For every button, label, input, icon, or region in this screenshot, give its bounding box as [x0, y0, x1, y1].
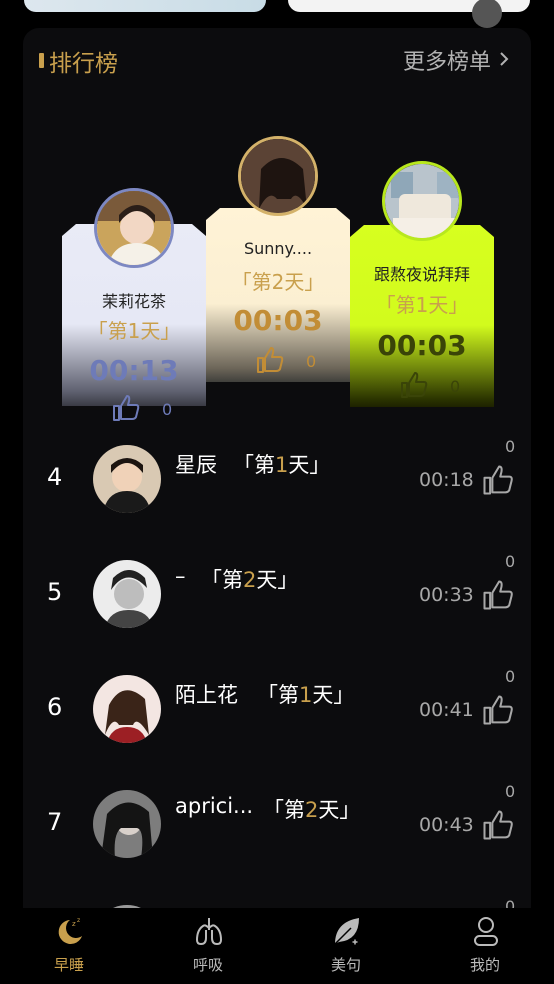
thumbs-up-icon[interactable]	[480, 692, 516, 728]
podium-name: 茉莉花茶	[101, 292, 166, 311]
tab-breathe[interactable]: 呼吸	[158, 908, 258, 984]
streak-day: 「第2天」	[231, 270, 325, 294]
podium-second[interactable]: 茉莉花茶 「第1天」 00:13 0	[62, 188, 206, 421]
streak-day: 「第1天」	[257, 683, 355, 707]
tab-label: 呼吸	[192, 956, 223, 974]
like-count: 0	[162, 400, 173, 419]
sleep-time: 00:03	[233, 304, 323, 337]
streak-day: 「第1天」	[233, 453, 331, 477]
podium-name: Sunny....	[243, 239, 313, 258]
list-item[interactable]: 4 星辰 「第1天」 00:18 0	[23, 429, 531, 529]
like-count: 0	[505, 552, 516, 571]
user-name: aprici...	[175, 794, 254, 818]
user-name: –	[175, 564, 186, 588]
avatar[interactable]	[238, 136, 318, 216]
sleep-time: 00:33	[419, 584, 474, 606]
sleep-time: 00:18	[419, 469, 474, 491]
podium-name: 跟熬夜说拜拜	[373, 265, 470, 284]
banner-card-left[interactable]	[24, 0, 266, 12]
banner-card-right[interactable]	[288, 0, 530, 28]
thumbs-up-icon[interactable]	[480, 577, 516, 613]
tab-early-sleep[interactable]: zz 早睡	[19, 908, 119, 984]
chevron-right-icon[interactable]	[497, 50, 511, 68]
leaderboard-panel: 排行榜 更多榜单 茉莉花茶 「第1天」 00:13 0 Sunny.... 「第…	[23, 28, 531, 928]
moon-sleep-icon: zz	[58, 917, 82, 944]
rank-number: 5	[47, 578, 63, 606]
svg-text:z: z	[77, 917, 80, 924]
user-name: 陌上花	[175, 683, 238, 707]
like-count: 0	[505, 437, 516, 456]
thumbs-up-icon[interactable]	[480, 807, 516, 843]
title-marker	[39, 53, 44, 68]
thumbs-up-icon[interactable]	[254, 344, 286, 376]
podium-third[interactable]: 跟熬夜说拜拜 「第1天」 00:03 0	[350, 161, 494, 407]
tab-quotes[interactable]: 美句	[296, 908, 396, 984]
top-cards	[0, 0, 554, 28]
thumbs-up-icon[interactable]	[110, 392, 142, 424]
thumbs-up-icon[interactable]	[398, 369, 430, 401]
sleep-time: 00:41	[419, 699, 474, 721]
streak-day: 「第2天」	[201, 568, 299, 592]
sleep-time: 00:13	[89, 354, 179, 387]
like-count: 0	[306, 352, 317, 371]
streak-day: 「第1天」	[375, 293, 469, 317]
like-count: 0	[450, 377, 461, 396]
avatar[interactable]	[382, 161, 462, 241]
like-count: 0	[505, 667, 516, 686]
sleep-time: 00:03	[377, 329, 467, 362]
tab-label: 早睡	[53, 956, 84, 974]
leaderboard-title: 排行榜	[49, 51, 118, 77]
avatar	[472, 0, 502, 28]
user-name: 星辰	[175, 453, 217, 477]
rank-number: 4	[47, 463, 63, 491]
more-leaderboards-link[interactable]: 更多榜单	[403, 44, 491, 76]
tab-label: 美句	[330, 956, 361, 974]
avatar[interactable]	[93, 445, 161, 513]
list-item[interactable]: 7 aprici... 「第2天」 00:43 0	[23, 774, 531, 874]
sleep-time: 00:43	[419, 814, 474, 836]
avatar[interactable]	[93, 675, 161, 743]
like-count: 0	[505, 782, 516, 801]
rank-number: 6	[47, 693, 63, 721]
person-icon	[474, 917, 498, 946]
list-item[interactable]: 5 – 「第2天」 00:33 0	[23, 544, 531, 644]
streak-day: 「第2天」	[263, 798, 361, 822]
bottom-tab-bar: zz 早睡 呼吸 美句 我的	[0, 908, 554, 984]
tab-profile[interactable]: 我的	[435, 908, 535, 984]
rank-number: 7	[47, 808, 63, 836]
list-item[interactable]: 6 陌上花 「第1天」 00:41 0	[23, 659, 531, 759]
avatar[interactable]	[93, 790, 161, 858]
streak-day: 「第1天」	[87, 319, 181, 343]
thumbs-up-icon[interactable]	[480, 462, 516, 498]
avatar[interactable]	[93, 560, 161, 628]
leaf-icon	[334, 918, 359, 946]
svg-text:z: z	[72, 920, 76, 928]
lungs-icon	[196, 918, 222, 945]
avatar[interactable]	[94, 188, 174, 268]
podium-first[interactable]: Sunny.... 「第2天」 00:03 0	[206, 136, 350, 382]
tab-label: 我的	[469, 956, 500, 974]
